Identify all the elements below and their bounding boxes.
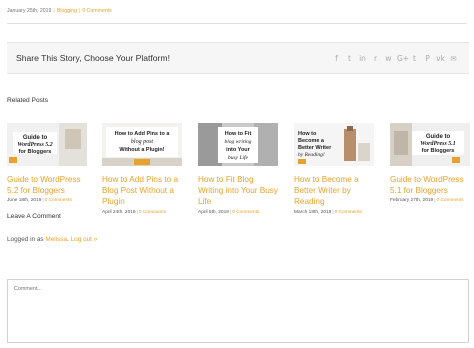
related-post: Guide to WordPress 5.1 for Bloggers Guid… (390, 123, 470, 203)
category-link[interactable]: Blogging (57, 8, 77, 14)
post-meta: March 18th, 2019|0 Comments (294, 209, 362, 215)
google-plus-icon[interactable]: G+ (397, 52, 409, 65)
facebook-icon[interactable]: f (332, 52, 341, 65)
vk-icon[interactable]: vk (436, 52, 445, 65)
post-thumbnail[interactable]: How to Add Pins to a blog post Without a… (102, 123, 182, 166)
svg-text:WordPress 5.2: WordPress 5.2 (17, 142, 53, 148)
svg-text:Become a: Become a (298, 138, 325, 144)
svg-text:How to Fit: How to Fit (225, 131, 252, 137)
twitter-icon[interactable]: t (345, 52, 354, 65)
post-title-link[interactable]: Guide to WordPress 5.2 for Bloggers (7, 174, 87, 196)
post-date: June 18th, 2019 (7, 198, 42, 204)
post-comments-link[interactable]: 0 Comments (139, 210, 166, 215)
post-comments-link[interactable]: 0 Comments (45, 198, 72, 203)
email-icon[interactable]: ✉ (449, 52, 458, 65)
post-meta: February 27th, 2019|0 Comments (390, 198, 464, 204)
comments-link[interactable]: 0 Comments (82, 8, 111, 14)
svg-text:blog writing: blog writing (224, 139, 251, 145)
logout-link[interactable]: Log out » (71, 236, 98, 243)
post-meta: June 18th, 2019|0 Comments (7, 198, 72, 204)
svg-text:How to: How to (298, 131, 317, 137)
svg-text:busy Life: busy Life (228, 154, 249, 161)
post-date: April 5th, 2019 (198, 209, 229, 215)
post-meta: April 24th, 2019|0 Comments (102, 209, 167, 215)
linkedin-icon[interactable]: in (358, 52, 367, 65)
svg-text:Better Writer: Better Writer (298, 145, 332, 151)
svg-text:Guide to: Guide to (23, 135, 48, 141)
post-comments-link[interactable]: 0 Comments (335, 210, 362, 215)
post-title-link[interactable]: How to Become a Better Writer by Reading (294, 174, 374, 208)
related-posts-title: Related Posts (7, 97, 49, 104)
related-post: How to Become a Better Writer by Reading… (294, 123, 374, 215)
tumblr-icon[interactable]: t (410, 52, 419, 65)
svg-text:into Your: into Your (226, 147, 250, 153)
related-post: How to Fit blog writing into Your busy L… (198, 123, 278, 215)
post-date: April 24th, 2019 (102, 209, 136, 215)
post-thumbnail[interactable]: How to Become a Better Writer by Reading… (294, 123, 374, 166)
post-date: March 18th, 2019 (294, 209, 332, 215)
svg-text:by Reading!: by Reading! (298, 152, 325, 158)
post-date: January 25th, 2019 (7, 8, 52, 14)
post-meta: April 5th, 2019|0 Comments (198, 209, 260, 215)
post-title-link[interactable]: How to Fit Blog Writing into Your Busy L… (198, 174, 278, 208)
svg-text:Without a Plugin!: Without a Plugin! (119, 147, 164, 153)
divider (7, 23, 467, 24)
share-icons: f t in r w G+ t P vk ✉ (332, 52, 458, 65)
svg-text:for Bloggers: for Bloggers (422, 148, 455, 154)
post-comments-link[interactable]: 0 Comments (436, 198, 463, 203)
whatsapp-icon[interactable]: w (384, 52, 393, 65)
post-thumbnail[interactable]: Guide to WordPress 5.1 for Bloggers (390, 123, 470, 166)
share-title: Share This Story, Choose Your Platform! (16, 53, 170, 63)
user-profile-link[interactable]: Melissa (45, 236, 67, 243)
related-post: How to Add Pins to a blog post Without a… (102, 123, 182, 215)
svg-text:blog post: blog post (131, 139, 154, 145)
logged-in-prefix: Logged in as (7, 236, 46, 243)
svg-text:How to Add Pins to a: How to Add Pins to a (115, 131, 171, 137)
leave-comment-title: Leave A Comment (7, 213, 61, 220)
reddit-icon[interactable]: r (371, 52, 380, 65)
post-title-link[interactable]: How to Add Pins to a Blog Post Without a… (102, 174, 182, 208)
pinterest-icon[interactable]: P (423, 52, 432, 65)
svg-text:WordPress 5.1: WordPress 5.1 (420, 141, 456, 147)
share-bar: Share This Story, Choose Your Platform! … (7, 42, 469, 74)
svg-text:for Bloggers: for Bloggers (19, 149, 52, 155)
svg-text:Guide to: Guide to (426, 134, 451, 140)
post-comments-link[interactable]: 0 Comments (232, 210, 259, 215)
logged-in-text: Logged in as Melissa. Log out » (7, 236, 98, 243)
related-post: Guide to WordPress 5.2 for Bloggers Guid… (7, 123, 87, 203)
post-meta: January 25th, 2019 | Blogging | 0 Comments (7, 8, 112, 14)
post-date: February 27th, 2019 (390, 198, 434, 204)
comment-textarea[interactable] (7, 279, 469, 343)
post-thumbnail[interactable]: How to Fit blog writing into Your busy L… (198, 123, 278, 166)
post-title-link[interactable]: Guide to WordPress 5.1 for Bloggers (390, 174, 470, 196)
post-thumbnail[interactable]: Guide to WordPress 5.2 for Bloggers (7, 123, 87, 166)
